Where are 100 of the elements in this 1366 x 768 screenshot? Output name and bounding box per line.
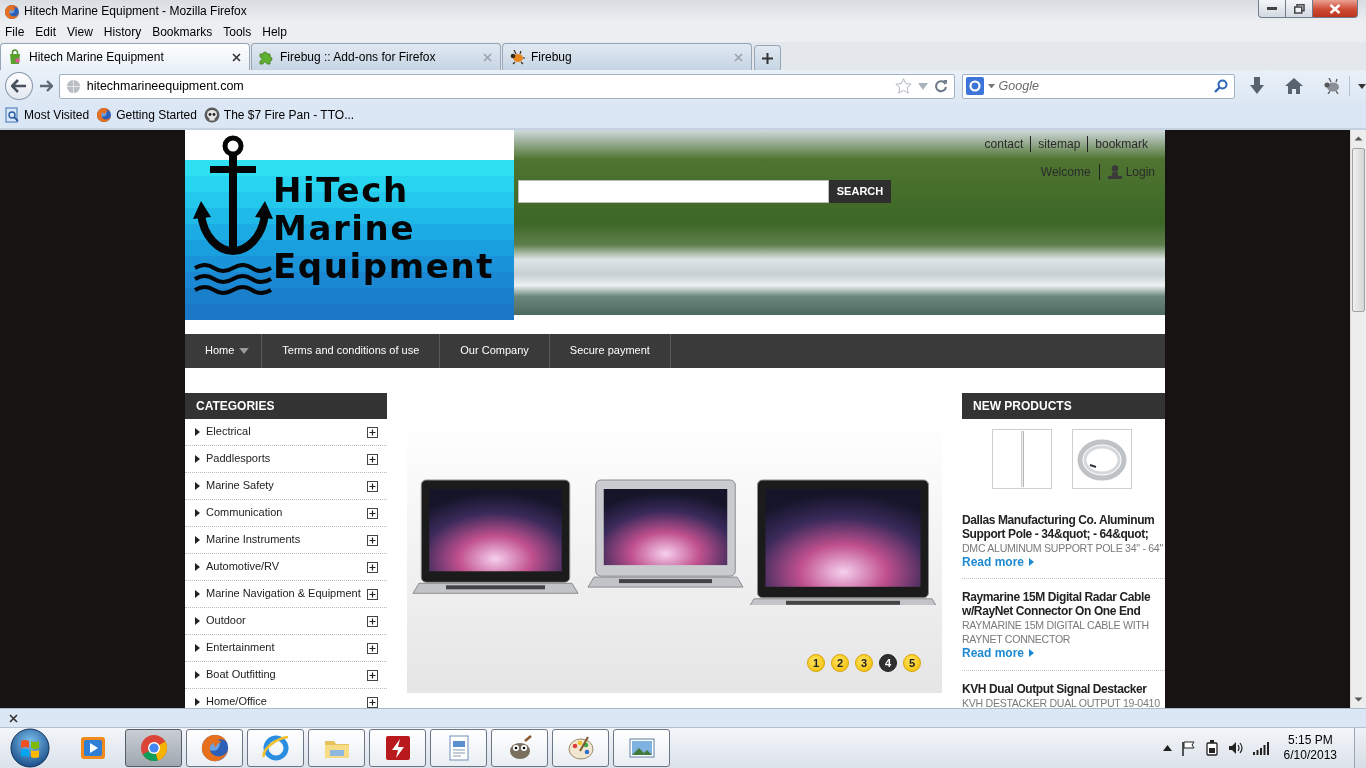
taskbar-button[interactable] [369, 729, 426, 767]
taskbar-button[interactable] [491, 729, 548, 767]
category-item[interactable]: Outdoor [185, 608, 387, 635]
taskbar-button[interactable] [186, 729, 243, 767]
search-engine-icon[interactable] [965, 77, 984, 95]
restore-icon [1293, 3, 1305, 14]
menu-item[interactable]: Help [257, 23, 292, 41]
menu-item[interactable]: File [0, 23, 30, 41]
product-title[interactable]: Dallas Manufacturing Co. Aluminum Support Pole - 34&quot; - 64&quot; [962, 513, 1165, 541]
category-item[interactable]: Electrical [185, 419, 387, 446]
bookmark-item[interactable]: Most Visited [4, 107, 90, 123]
slide-page-button[interactable]: 3 [855, 654, 873, 672]
expand-icon[interactable] [367, 669, 378, 681]
bookmark-star-icon[interactable] [894, 78, 912, 94]
category-item[interactable]: Entertainment [185, 635, 387, 662]
slide-page-button[interactable]: 5 [903, 654, 921, 672]
browser-icon [138, 733, 169, 763]
search-input[interactable] [518, 180, 829, 203]
expand-icon[interactable] [367, 561, 378, 573]
close-tab-icon[interactable] [232, 52, 241, 62]
bookmark-item[interactable]: The $7 Fire Pan - TTO... [203, 107, 355, 123]
expand-icon[interactable] [367, 588, 378, 600]
category-item[interactable]: Marine Safety [185, 473, 387, 500]
caret-icon [195, 482, 200, 490]
taskbar-button[interactable] [552, 729, 609, 767]
minimize-button[interactable] [1258, 0, 1286, 18]
nav-link[interactable]: Terms and conditions of use [262, 334, 441, 368]
category-item[interactable]: Communication [185, 500, 387, 527]
caret-icon [195, 455, 200, 463]
battery-icon[interactable] [1204, 740, 1219, 756]
scrollbar-thumb[interactable] [1352, 148, 1365, 312]
download-icon[interactable] [1249, 77, 1265, 95]
flag-icon[interactable] [1180, 740, 1196, 756]
category-item[interactable]: Automotive/RV [185, 554, 387, 581]
nav-link[interactable]: Secure payment [549, 334, 671, 368]
expand-icon[interactable] [367, 426, 378, 438]
category-item[interactable]: Paddlesports [185, 446, 387, 473]
expand-icon[interactable] [367, 453, 378, 465]
taskbar-button[interactable] [430, 729, 487, 767]
taskbar-button[interactable] [247, 729, 304, 767]
bug-icon [509, 49, 525, 65]
browser-tab[interactable]: Firebug :: Add-ons for Firefox [251, 43, 501, 70]
menu-item[interactable]: History [98, 23, 147, 41]
show-hidden-icon[interactable] [1162, 745, 1172, 751]
close-button[interactable] [1313, 0, 1358, 18]
slide-page-button[interactable]: 2 [831, 654, 849, 672]
url-input[interactable]: hitechmarineequipment.com [86, 78, 889, 94]
category-item[interactable]: Marine Navigation & Equipment [185, 581, 387, 608]
search-button[interactable]: SEARCH [829, 180, 891, 203]
taskbar-button[interactable] [308, 729, 365, 767]
category-item[interactable]: Marine Instruments [185, 527, 387, 554]
home-icon[interactable] [1285, 78, 1303, 94]
browser-tab[interactable]: Firebug [502, 43, 752, 70]
menu-item[interactable]: Tools [218, 23, 257, 41]
read-more-link[interactable]: Read more [962, 646, 1035, 661]
scrollbar[interactable] [1350, 130, 1366, 708]
caret-icon [195, 617, 200, 625]
expand-icon[interactable] [367, 480, 378, 492]
category-item[interactable]: Boat Outfitting [185, 662, 387, 689]
back-button[interactable] [5, 72, 33, 100]
menu-item[interactable]: Bookmarks [147, 23, 218, 41]
restore-button[interactable] [1286, 0, 1313, 18]
menu-item[interactable]: Edit [30, 23, 62, 41]
anchor-icon [193, 135, 273, 258]
product-description: RAYMARINE 15M DIGITAL CABLE WITH RAYNET CONNECTOR [962, 618, 1150, 647]
expand-icon[interactable] [367, 534, 378, 546]
web-search-input[interactable]: Google [998, 78, 1210, 94]
clock-date: 6/10/2013 [1283, 748, 1337, 763]
header-link[interactable]: contact [977, 136, 1031, 152]
new-tab-button[interactable] [754, 45, 781, 70]
taskbar-button[interactable] [125, 729, 182, 767]
taskbar-button[interactable] [613, 729, 670, 767]
speaker-icon[interactable] [1227, 741, 1244, 755]
nav-link[interactable]: Our Company [440, 334, 550, 368]
expand-icon[interactable] [367, 642, 378, 654]
waves-icon [193, 263, 273, 295]
menu-item[interactable]: View [62, 23, 98, 41]
signal-icon[interactable] [1252, 741, 1269, 755]
header-link[interactable]: sitemap [1030, 136, 1088, 152]
bookmark-item[interactable]: Getting Started [96, 107, 197, 123]
read-more-link[interactable]: Read more [962, 555, 1035, 569]
close-icon[interactable] [9, 713, 18, 723]
product-title[interactable]: KVH Dual Output Signal Destacker [962, 681, 1165, 696]
browser-tab[interactable]: Hitech Marine Equipment [0, 43, 250, 70]
search-icon[interactable] [1214, 79, 1228, 93]
bookmark-list-icon [4, 107, 20, 123]
expand-icon[interactable] [367, 615, 378, 627]
header-link[interactable]: bookmark [1087, 136, 1155, 152]
bug-icon[interactable] [1323, 78, 1341, 94]
slide-page-button[interactable]: 4 [879, 654, 897, 672]
menu-caret-icon[interactable] [1358, 83, 1366, 89]
slide-page-button[interactable]: 1 [807, 654, 825, 672]
logo-text: HiTech [273, 171, 410, 209]
reload-icon[interactable] [933, 79, 948, 93]
search-bar[interactable]: Google [961, 73, 1235, 99]
expand-icon[interactable] [367, 696, 378, 708]
nav-link[interactable]: Home [185, 334, 263, 368]
product-title[interactable]: Raymarine 15M Digital Radar Cable w/RayNet Connector On One End [962, 590, 1165, 619]
address-bar[interactable]: hitechmarineequipment.com [58, 73, 955, 99]
expand-icon[interactable] [367, 507, 378, 519]
